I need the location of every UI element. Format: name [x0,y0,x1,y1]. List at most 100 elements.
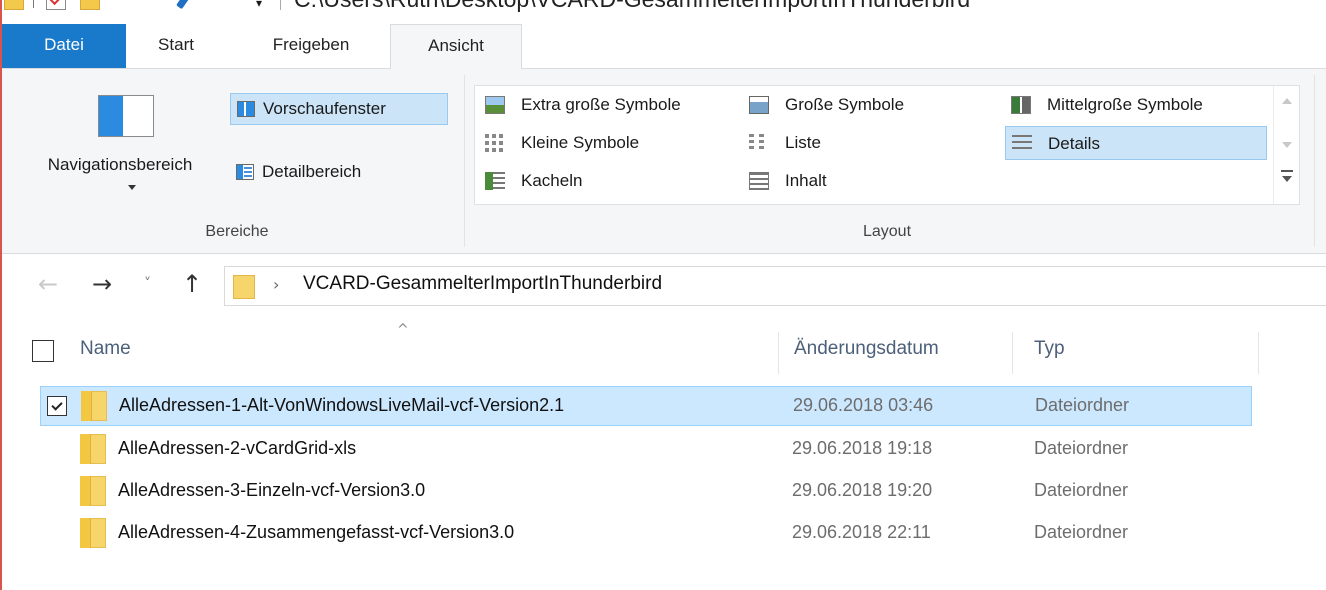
layout-extra-large-icons[interactable]: Extra große Symbole [479,88,737,122]
layout-item-label: Große Symbole [785,95,905,114]
forward-icon[interactable]: → [92,270,112,298]
layout-large-icons[interactable]: Große Symbole [743,88,983,122]
modified-date: 29.06.2018 22:11 [792,522,931,542]
layout-item-label: Mittelgroße Symbole [1047,95,1203,114]
preview-pane-label: Vorschaufenster [263,99,386,118]
file-name[interactable]: AlleAdressen-4-Zusammengefasst-vcf-Versi… [118,522,514,543]
layout-item-label: Kleine Symbole [521,133,640,152]
back-icon[interactable]: ← [38,270,58,298]
modified-date: 29.06.2018 19:20 [792,480,933,500]
details-icon [1012,135,1032,153]
table-row[interactable]: AlleAdressen-2-vCardGrid-xls 29.06.2018 … [40,430,1252,470]
checkmark-icon [48,0,64,6]
customize-quick-access-dropdown[interactable]: ▾ [256,0,262,10]
small-icons-icon [485,134,505,152]
tab-start[interactable]: Start [126,24,226,68]
file-type: Dateiordner [1034,522,1129,542]
navigation-pane-button[interactable]: Navigationsbereich [12,87,228,197]
tiles-icon [485,172,505,190]
layout-item-label: Kacheln [521,171,583,190]
rename-icon[interactable] [170,0,206,12]
file-type: Dateiordner [1034,438,1129,458]
column-divider[interactable] [1012,332,1013,374]
medium-icons-icon [1011,96,1031,114]
more-options-icon[interactable] [1281,170,1293,186]
table-row[interactable]: AlleAdressen-1-Alt-VonWindowsLiveMail-vc… [40,386,1252,426]
layout-tiles[interactable]: Kacheln [479,164,737,198]
folder-icon [233,275,255,299]
extra-large-icons-icon [485,96,505,114]
file-name[interactable]: AlleAdressen-1-Alt-VonWindowsLiveMail-vc… [119,395,564,416]
scroll-down-icon[interactable] [1282,142,1292,148]
address-bar: ← → ˅ ↑ › VCARD-GesammelterImportInThund… [2,256,1326,314]
properties-icon[interactable] [46,0,66,10]
modified-date: 29.06.2018 19:18 [792,438,933,458]
layout-gallery-scroller [1273,86,1299,204]
tab-datei[interactable]: Datei [2,24,126,68]
file-type: Dateiordner [1034,480,1129,500]
details-pane-label: Detailbereich [262,162,362,181]
large-icons-icon [749,96,769,114]
modified-date: 29.06.2018 03:46 [793,395,934,415]
folder-icon[interactable] [4,0,24,10]
file-explorer-window: ▾ C:\Users\Ruth\Desktop\VCARD-Gesammelte… [0,0,1326,590]
file-type: Dateiordner [1035,395,1130,415]
pen-icon [176,0,199,10]
preview-pane-button[interactable]: Vorschaufenster [230,93,448,125]
file-name[interactable]: AlleAdressen-2-vCardGrid-xls [118,438,356,459]
select-all-checkbox[interactable] [32,340,54,362]
breadcrumb-current-folder[interactable]: VCARD-GesammelterImportInThunderbird [303,273,662,295]
layout-medium-icons[interactable]: Mittelgroße Symbole [1005,88,1267,122]
navigation-pane-icon [98,95,154,137]
layout-details[interactable]: Details [1005,126,1267,160]
layout-item-label: Extra große Symbole [521,95,681,114]
layout-content[interactable]: Inhalt [743,164,983,198]
details-pane-icon [236,164,254,180]
content-icon [749,172,769,190]
chevron-down-icon [128,185,136,190]
layout-small-icons[interactable]: Kleine Symbole [479,126,737,160]
folder-icon [80,518,106,548]
layout-gallery: Extra große Symbole Große Symbole Mittel… [474,85,1300,205]
file-list: ^ Name Änderungsdatum Typ AlleAdressen-1… [2,318,1326,590]
column-header-date[interactable]: Änderungsdatum [794,338,939,360]
file-name[interactable]: AlleAdressen-3-Einzeln-vcf-Version3.0 [118,480,425,501]
details-pane-button[interactable]: Detailbereich [230,157,430,189]
layout-item-label: Liste [785,133,821,152]
ribbon-tabs: Datei Start Freigeben Ansicht [2,24,1326,69]
navigation-pane-label: Navigationsbereich [47,155,193,174]
folder-icon [80,476,106,506]
title-divider [280,0,281,10]
quick-access-divider [33,0,34,8]
group-label-layout: Layout [862,223,912,240]
row-checkbox[interactable] [47,396,67,416]
folder-icon [80,434,106,464]
table-row[interactable]: AlleAdressen-4-Zusammengefasst-vcf-Versi… [40,514,1252,554]
preview-pane-icon [237,101,255,117]
table-row[interactable]: AlleAdressen-3-Einzeln-vcf-Version3.0 29… [40,472,1252,512]
layout-item-label: Inhalt [785,171,827,190]
list-icon [749,134,769,152]
folder-icon [81,391,107,421]
address-input[interactable]: › VCARD-GesammelterImportInThunderbird [224,266,1326,306]
checkmark-icon [51,399,63,411]
new-folder-icon[interactable] [80,0,100,10]
layout-list[interactable]: Liste [743,126,983,160]
window-title-path: C:\Users\Ruth\Desktop\VCARD-GesammelterI… [294,0,970,13]
tab-ansicht[interactable]: Ansicht [390,24,522,69]
tab-freigeben[interactable]: Freigeben [238,24,384,68]
scroll-up-icon[interactable] [1282,98,1292,104]
ribbon-panel: Navigationsbereich Vorschaufenster Detai… [2,68,1326,254]
column-header: Name Änderungsdatum Typ [2,330,1326,378]
column-divider[interactable] [1258,332,1259,374]
breadcrumb-separator[interactable]: › [273,275,279,294]
title-bar: ▾ C:\Users\Ruth\Desktop\VCARD-Gesammelte… [2,0,1326,16]
group-label-bereiche: Bereiche [205,223,269,240]
group-divider [1314,75,1315,247]
column-header-type[interactable]: Typ [1034,338,1065,360]
up-icon[interactable]: ↑ [182,270,202,298]
column-divider[interactable] [778,332,779,374]
recent-locations-icon[interactable]: ˅ [144,276,151,292]
group-divider [464,75,465,247]
column-header-name[interactable]: Name [80,338,131,360]
